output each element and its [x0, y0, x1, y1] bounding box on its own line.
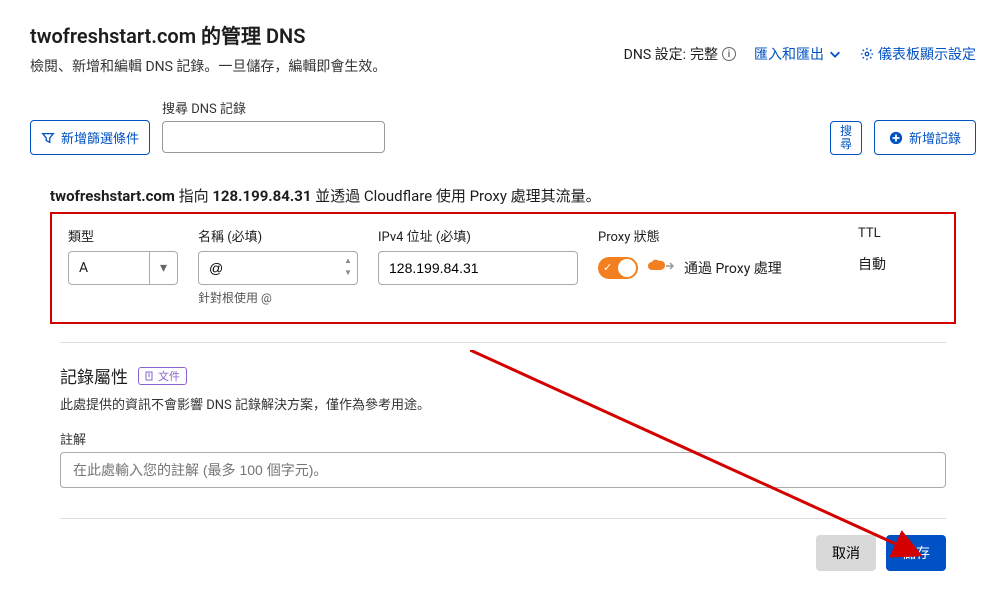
attrs-desc: 此處提供的資訊不會影響 DNS 記錄解決方案，僅作為參考用途。	[60, 394, 946, 413]
ttl-column: TTL 自動	[858, 226, 938, 306]
info-icon[interactable]: i	[722, 47, 736, 61]
filter-label: 新增篩選條件	[61, 128, 139, 147]
page-title: twofreshstart.com 的管理 DNS	[30, 20, 624, 49]
comment-label: 註解	[60, 433, 86, 448]
spinner-buttons: ▲ ▼	[342, 255, 354, 278]
footer-actions: 取消 儲存	[60, 518, 946, 571]
record-info-line: twofreshstart.com 指向 128.199.84.31 並透過 C…	[50, 185, 976, 206]
name-column: 名稱 (必填) ▲ ▼ 針對根使用 @	[198, 226, 358, 306]
check-icon: ✓	[603, 261, 612, 274]
plus-circle-icon	[889, 131, 903, 145]
type-label: 類型	[68, 226, 178, 245]
add-filter-button[interactable]: 新增篩選條件	[30, 120, 150, 155]
info-ip: 128.199.84.31	[212, 187, 311, 205]
search-label: 搜尋 DNS 記錄	[162, 98, 862, 117]
ttl-label: TTL	[858, 226, 938, 241]
proxy-row: ✓ 通過 Proxy 處理	[598, 251, 838, 285]
spin-up-icon[interactable]: ▲	[342, 255, 354, 266]
type-select[interactable]: A ▾	[68, 251, 178, 285]
proxy-column: Proxy 狀態 ✓ 通過 Proxy 處理	[598, 226, 838, 306]
search-group: 搜尋 DNS 記錄 搜尋	[162, 98, 862, 155]
record-editor: 類型 A ▾ 名稱 (必填) ▲ ▼ 針對根使用 @ IPv4 位址 (必填) …	[50, 212, 956, 324]
attrs-title-row: 記錄屬性 文件	[60, 363, 946, 388]
proxy-text: 通過 Proxy 處理	[684, 258, 782, 278]
add-record-button[interactable]: 新增記錄	[874, 120, 976, 155]
search-input[interactable]	[162, 121, 385, 153]
cloud-arrow-icon	[646, 258, 676, 278]
dashboard-settings-label: 儀表板顯示設定	[878, 44, 976, 64]
record-attrs-section: 記錄屬性 文件 此處提供的資訊不會影響 DNS 記錄解決方案，僅作為參考用途。 …	[60, 342, 946, 488]
attrs-title: 記錄屬性	[60, 363, 128, 388]
ttl-value: 自動	[858, 247, 938, 281]
comment-input[interactable]	[60, 452, 946, 488]
ip-column: IPv4 位址 (必填)	[378, 226, 578, 306]
dns-status-value: 完整	[690, 44, 718, 64]
info-domain: twofreshstart.com	[50, 187, 175, 205]
dashboard-settings-link[interactable]: 儀表板顯示設定	[860, 44, 976, 64]
doc-link[interactable]: 文件	[138, 367, 187, 385]
chevron-down-icon	[828, 47, 842, 61]
proxy-label: Proxy 狀態	[598, 226, 838, 245]
filter-icon	[41, 131, 55, 145]
add-record-label: 新增記錄	[909, 128, 961, 147]
caret-down-icon: ▾	[149, 252, 177, 284]
search-bar: 新增篩選條件 搜尋 DNS 記錄 搜尋 新增記錄	[30, 98, 976, 155]
save-button[interactable]: 儲存	[886, 535, 946, 571]
spin-down-icon[interactable]: ▼	[342, 267, 354, 278]
doc-icon	[145, 371, 155, 381]
search-button[interactable]: 搜尋	[830, 121, 862, 155]
name-hint: 針對根使用 @	[198, 289, 358, 306]
gear-icon	[860, 47, 874, 61]
header-left: twofreshstart.com 的管理 DNS 檢閱、新增和編輯 DNS 記…	[30, 20, 624, 78]
ip-input[interactable]	[378, 251, 578, 285]
import-export-link[interactable]: 匯入和匯出	[754, 44, 842, 64]
type-value: A	[69, 252, 149, 284]
search-inner: 搜尋	[162, 121, 862, 155]
search-wrap	[162, 121, 822, 155]
info-mid1: 指向	[175, 187, 212, 205]
dns-status-label: DNS 設定:	[624, 44, 686, 64]
cancel-button[interactable]: 取消	[816, 535, 876, 571]
doc-label: 文件	[158, 368, 180, 384]
name-input[interactable]	[198, 251, 358, 285]
dns-status: DNS 設定: 完整 i	[624, 44, 736, 64]
header-right: DNS 設定: 完整 i 匯入和匯出 儀表板顯示設定	[624, 44, 976, 64]
page-subtitle: 檢閱、新增和編輯 DNS 記錄。一旦儲存，編輯即會生效。	[30, 57, 430, 78]
import-export-label: 匯入和匯出	[754, 44, 824, 64]
ip-label: IPv4 位址 (必填)	[378, 226, 578, 245]
type-column: 類型 A ▾	[68, 226, 178, 306]
name-input-wrap: ▲ ▼	[198, 251, 358, 285]
page-header: twofreshstart.com 的管理 DNS 檢閱、新增和編輯 DNS 記…	[30, 20, 976, 78]
name-label: 名稱 (必填)	[198, 226, 358, 245]
proxy-toggle[interactable]: ✓	[598, 257, 638, 279]
info-mid2: 並透過 Cloudflare 使用 Proxy 處理其流量。	[311, 187, 600, 205]
